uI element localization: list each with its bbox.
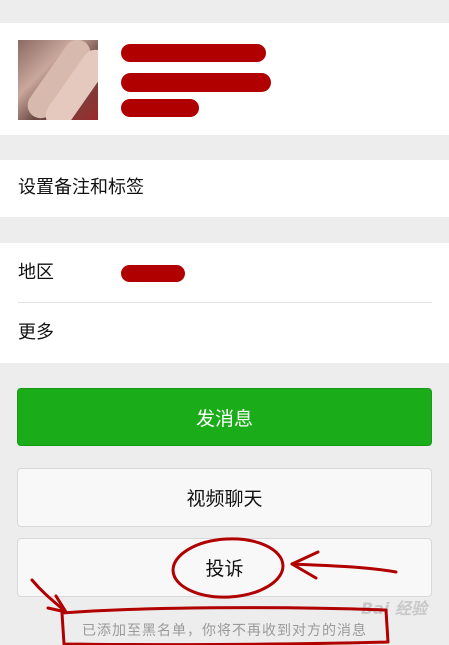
redacted-nickname (121, 44, 266, 62)
video-chat-button[interactable]: 视频聊天 (17, 468, 432, 527)
set-remark-row[interactable]: 设置备注和标签 (0, 160, 449, 217)
redacted-region-value (121, 265, 185, 282)
redacted-wechat-id (121, 73, 271, 92)
region-label: 地区 (18, 262, 54, 283)
avatar[interactable] (18, 40, 98, 120)
send-message-button[interactable]: 发消息 (17, 388, 432, 446)
profile-card[interactable] (0, 23, 449, 135)
more-label: 更多 (18, 322, 54, 343)
blacklist-notice: 已添加至黑名单，你将不再收到对方的消息 (82, 623, 367, 639)
divider (18, 302, 432, 303)
set-remark-label: 设置备注和标签 (18, 177, 144, 198)
info-section: 地区 更多 (0, 243, 449, 363)
report-button[interactable]: 投诉 (17, 538, 432, 597)
baidu-jingyan-watermark: Bai 经验 (360, 599, 427, 618)
redacted-extra-info (121, 99, 199, 117)
